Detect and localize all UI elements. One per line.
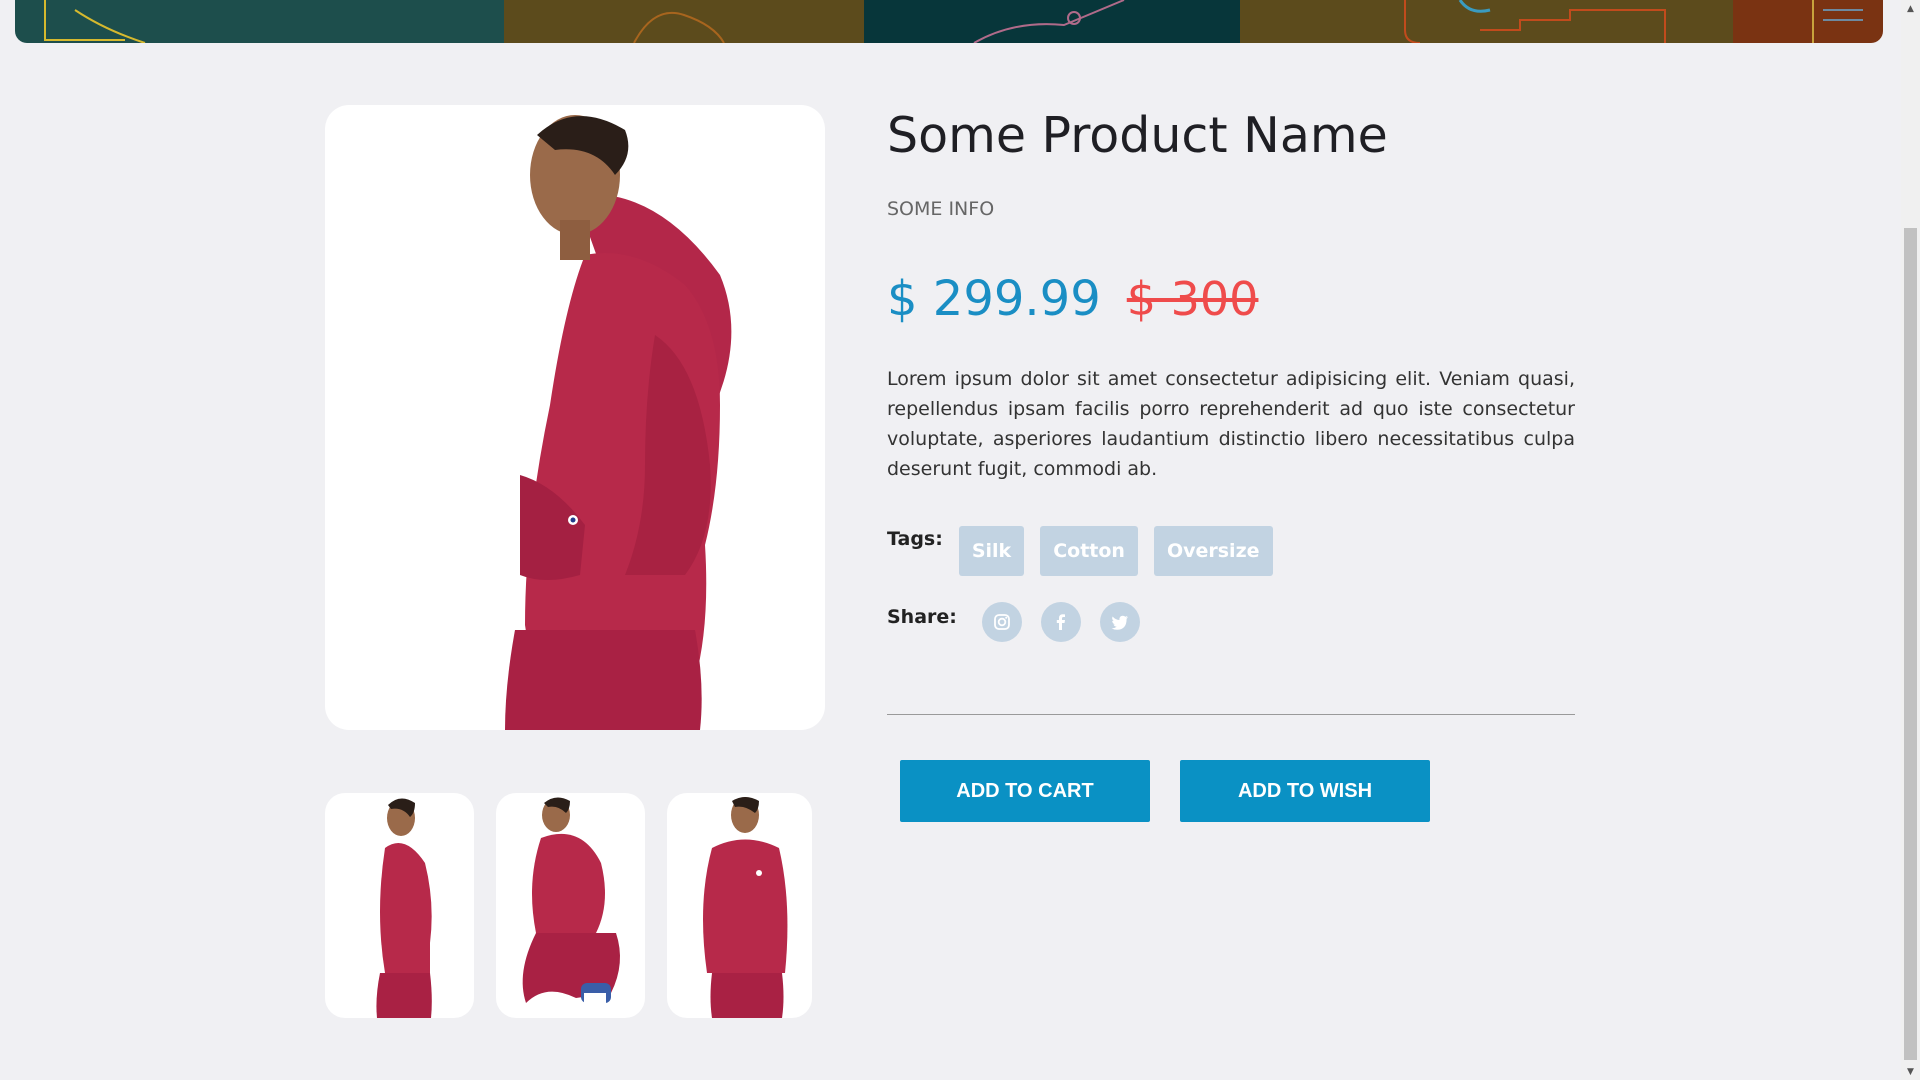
banner-segment <box>1240 0 1733 43</box>
product-description: Lorem ipsum dolor sit amet consectetur a… <box>887 368 1575 480</box>
banner-segment <box>15 0 504 43</box>
tag-cotton[interactable]: Cotton <box>1040 526 1138 576</box>
banner-segment <box>864 0 1240 43</box>
tags-label: Tags: <box>887 528 943 550</box>
twitter-icon[interactable] <box>1099 602 1140 642</box>
facebook-icon[interactable] <box>1040 602 1081 642</box>
header-banner <box>15 0 1883 43</box>
add-to-wish-button[interactable]: ADD TO WISH <box>1180 760 1430 822</box>
scroll-up-arrow-icon[interactable]: ▲ <box>1901 0 1920 17</box>
divider <box>887 714 1575 715</box>
tags-row: Tags: Silk Cotton Oversize <box>887 526 1575 576</box>
share-row: Share: <box>887 602 1575 642</box>
banner-segment <box>1733 0 1883 43</box>
share-label: Share: <box>887 606 957 628</box>
banner-segment <box>504 0 864 43</box>
product-info: SOME INFO <box>887 198 995 220</box>
add-to-cart-button[interactable]: ADD TO CART <box>900 760 1150 822</box>
thumbnail-image[interactable] <box>496 793 645 1018</box>
action-buttons: ADD TO CART ADD TO WISH <box>900 760 1575 822</box>
thumbnail-image[interactable] <box>667 793 812 1018</box>
main-product-image[interactable] <box>325 105 825 730</box>
product-title: Some Product Name <box>887 107 1388 164</box>
current-price: $ 299.99 <box>887 271 1101 327</box>
scrollbar-thumb[interactable] <box>1904 228 1917 1060</box>
scroll-down-arrow-icon[interactable]: ▼ <box>1901 1063 1920 1080</box>
product-details: Some Product Name SOME INFO $ 299.99 $ 3… <box>887 100 1575 822</box>
price-block: $ 299.99 $ 300 <box>887 264 1575 334</box>
scrollbar[interactable]: ▲ ▼ <box>1901 0 1920 1080</box>
old-price: $ 300 <box>1126 272 1259 326</box>
product-page: Some Product Name SOME INFO $ 299.99 $ 3… <box>0 0 1920 1080</box>
instagram-icon[interactable] <box>981 602 1022 642</box>
thumbnail-image[interactable] <box>325 793 474 1018</box>
tag-silk[interactable]: Silk <box>958 526 1025 576</box>
tag-oversize[interactable]: Oversize <box>1153 526 1273 576</box>
